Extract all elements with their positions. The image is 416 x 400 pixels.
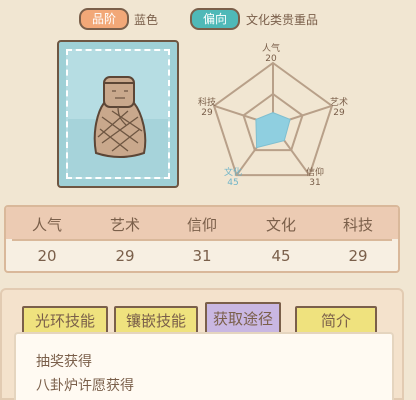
- acquisition-content: 抽奖获得 八卦炉许愿获得: [14, 332, 394, 400]
- stat-header: 艺术: [109, 216, 140, 234]
- radar-label-0: 人气 20: [261, 44, 280, 64]
- rank-value: 蓝色: [134, 13, 159, 27]
- stat-value: 20: [37, 247, 57, 265]
- stat-value: 29: [348, 247, 368, 265]
- item-card: [57, 40, 179, 188]
- radar-label-1: 艺术 29: [329, 98, 348, 118]
- radar-label-4: 科技 29: [197, 98, 216, 118]
- radar-svg: [212, 61, 334, 177]
- acquisition-method: 抽奖获得: [36, 354, 92, 370]
- rank-badge: 品阶: [79, 8, 129, 30]
- stat-header: 信仰: [186, 216, 217, 234]
- bias-value: 文化类贵重品: [246, 13, 319, 27]
- stat-header: 文化: [265, 216, 296, 234]
- stat-value: 45: [271, 247, 291, 265]
- tab-acquisition[interactable]: 获取途径: [205, 302, 281, 334]
- wooden-figurine-icon: [93, 76, 147, 158]
- stat-header: 科技: [342, 216, 373, 234]
- attribute-radar-chart: 人气 20 艺术 29 信仰 31 文化 45 科技 29: [190, 40, 360, 200]
- stat-header: 人气: [31, 216, 62, 234]
- bias-badge: 偏向: [190, 8, 240, 30]
- acquisition-method: 八卦炉许愿获得: [36, 378, 134, 394]
- radar-label-3: 文化 45: [223, 168, 242, 188]
- stat-value: 29: [115, 247, 135, 265]
- radar-label-2: 信仰 31: [305, 168, 324, 188]
- stat-value: 31: [192, 247, 212, 265]
- stats-table: 人气 艺术 信仰 文化 科技 20 29 31 45 29: [4, 205, 400, 273]
